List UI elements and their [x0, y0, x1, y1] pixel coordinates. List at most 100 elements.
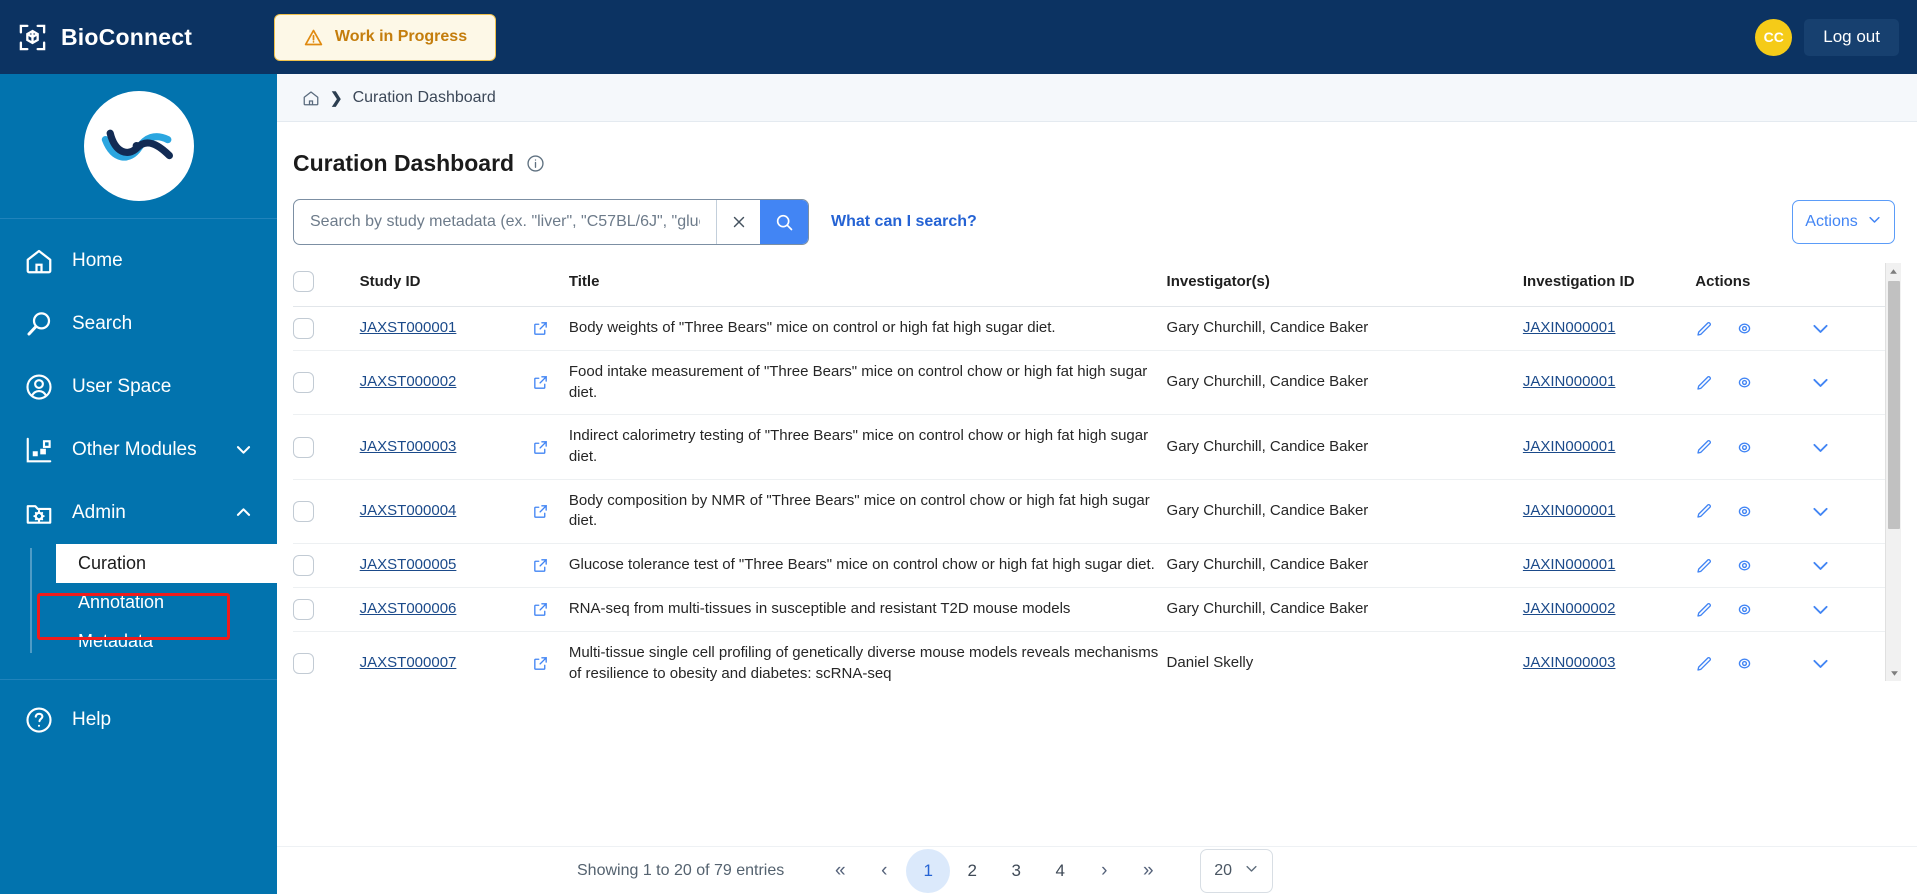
prev-page-button[interactable]: ‹	[862, 849, 906, 893]
investigators-cell: Gary Churchill, Candice Baker	[1167, 544, 1523, 588]
study-id-link[interactable]: JAXST000003	[360, 438, 457, 455]
sidebar-item-label: Other Modules	[72, 439, 197, 461]
external-link-cell	[532, 632, 569, 681]
sidebar-item-metadata[interactable]: Metadata	[56, 622, 277, 661]
header-study-id[interactable]: Study ID	[360, 263, 532, 307]
select-all-checkbox[interactable]	[293, 271, 314, 292]
sidebar-item-home[interactable]: Home	[0, 229, 277, 292]
row-checkbox[interactable]	[293, 653, 314, 674]
investigation-id-link[interactable]: JAXIN000001	[1523, 373, 1616, 390]
sidebar-item-other-modules[interactable]: Other Modules	[0, 418, 277, 481]
chevron-down-icon[interactable]	[234, 440, 253, 459]
study-id-link[interactable]: JAXST000002	[360, 373, 457, 390]
study-id-link[interactable]: JAXST000001	[360, 319, 457, 336]
expand-row-chevron-down-icon[interactable]	[1810, 599, 1831, 620]
row-checkbox[interactable]	[293, 318, 314, 339]
external-link-icon[interactable]	[532, 320, 549, 337]
expand-row-chevron-down-icon[interactable]	[1810, 501, 1831, 522]
investigation-id-link[interactable]: JAXIN000001	[1523, 502, 1616, 519]
expand-row-chevron-down-icon[interactable]	[1810, 555, 1831, 576]
warning-triangle-icon	[303, 27, 324, 48]
topbar-right: CC Log out	[1755, 19, 1917, 56]
select-all-header	[293, 263, 360, 307]
external-link-icon[interactable]	[532, 439, 549, 456]
study-id-link[interactable]: JAXST000007	[360, 654, 457, 671]
study-id-link[interactable]: JAXST000004	[360, 502, 457, 519]
expand-row-chevron-down-icon[interactable]	[1810, 318, 1831, 339]
row-checkbox[interactable]	[293, 437, 314, 458]
investigation-id-link[interactable]: JAXIN000001	[1523, 438, 1616, 455]
pencil-icon[interactable]	[1695, 502, 1713, 520]
search-input[interactable]	[294, 200, 716, 244]
external-link-icon[interactable]	[532, 557, 549, 574]
external-link-icon[interactable]	[532, 503, 549, 520]
eye-icon[interactable]	[1735, 319, 1754, 338]
sidebar-item-search[interactable]: Search	[0, 292, 277, 355]
sidebar-item-label: Admin	[72, 502, 126, 524]
logout-button[interactable]: Log out	[1804, 19, 1899, 56]
header-investigation-id[interactable]: Investigation ID	[1523, 263, 1695, 307]
page-button-1[interactable]: 1	[906, 849, 950, 893]
header-title[interactable]: Title	[569, 263, 1167, 307]
sidebar-item-admin[interactable]: Admin	[0, 481, 277, 544]
investigation-id-link[interactable]: JAXIN000002	[1523, 600, 1616, 617]
expand-row-chevron-down-icon[interactable]	[1810, 372, 1831, 393]
expand-row-chevron-down-icon[interactable]	[1810, 437, 1831, 458]
row-select-cell	[293, 479, 360, 543]
scrollbar-thumb[interactable]	[1888, 281, 1900, 529]
external-link-icon[interactable]	[532, 601, 549, 618]
table-vertical-scrollbar[interactable]	[1885, 263, 1901, 681]
title-cell: Food intake measurement of "Three Bears"…	[569, 351, 1167, 415]
eye-icon[interactable]	[1735, 502, 1754, 521]
pencil-icon[interactable]	[1695, 374, 1713, 392]
chevron-down-icon	[1867, 212, 1882, 232]
page-size-select[interactable]: 20	[1200, 849, 1273, 893]
study-id-link[interactable]: JAXST000005	[360, 556, 457, 573]
pencil-icon[interactable]	[1695, 557, 1713, 575]
next-page-button[interactable]: ›	[1082, 849, 1126, 893]
scroll-up-arrow-icon[interactable]	[1886, 263, 1901, 279]
row-checkbox[interactable]	[293, 555, 314, 576]
pencil-icon[interactable]	[1695, 320, 1713, 338]
expand-row-chevron-down-icon[interactable]	[1810, 653, 1831, 674]
page-button-4[interactable]: 4	[1038, 849, 1082, 893]
pencil-icon[interactable]	[1695, 601, 1713, 619]
investigation-id-link[interactable]: JAXIN000001	[1523, 556, 1616, 573]
row-actions-cell	[1695, 544, 1885, 588]
study-id-link[interactable]: JAXST000006	[360, 600, 457, 617]
first-page-button[interactable]: «	[818, 849, 862, 893]
sidebar-item-annotation[interactable]: Annotation	[56, 583, 277, 622]
row-checkbox[interactable]	[293, 372, 314, 393]
pencil-icon[interactable]	[1695, 655, 1713, 673]
sidebar-item-user-space[interactable]: User Space	[0, 355, 277, 418]
pencil-icon[interactable]	[1695, 438, 1713, 456]
info-circle-icon[interactable]	[526, 154, 545, 173]
last-page-button[interactable]: »	[1126, 849, 1170, 893]
home-icon[interactable]	[302, 89, 320, 107]
eye-icon[interactable]	[1735, 654, 1754, 673]
page-button-3[interactable]: 3	[994, 849, 1038, 893]
row-checkbox[interactable]	[293, 501, 314, 522]
what-can-i-search-link[interactable]: What can I search?	[831, 213, 977, 231]
page-button-2[interactable]: 2	[950, 849, 994, 893]
eye-icon[interactable]	[1735, 438, 1754, 457]
sidebar-logo[interactable]	[0, 74, 277, 219]
investigation-id-link[interactable]: JAXIN000003	[1523, 654, 1616, 671]
investigation-id-link[interactable]: JAXIN000001	[1523, 319, 1616, 336]
row-checkbox[interactable]	[293, 599, 314, 620]
eye-icon[interactable]	[1735, 600, 1754, 619]
scroll-down-arrow-icon[interactable]	[1886, 665, 1902, 681]
chevron-up-icon[interactable]	[234, 503, 253, 522]
external-link-icon[interactable]	[532, 655, 549, 672]
sidebar-item-curation[interactable]: Curation	[56, 544, 277, 583]
eye-icon[interactable]	[1735, 556, 1754, 575]
eye-icon[interactable]	[1735, 373, 1754, 392]
avatar[interactable]: CC	[1755, 19, 1792, 56]
header-investigators[interactable]: Investigator(s)	[1167, 263, 1523, 307]
sidebar-item-help[interactable]: Help	[0, 688, 277, 751]
search-button[interactable]	[760, 200, 808, 244]
actions-dropdown-button[interactable]: Actions	[1792, 200, 1895, 244]
external-link-icon[interactable]	[532, 374, 549, 391]
clear-search-button[interactable]	[716, 200, 760, 244]
brand[interactable]: BioConnect	[0, 22, 258, 53]
